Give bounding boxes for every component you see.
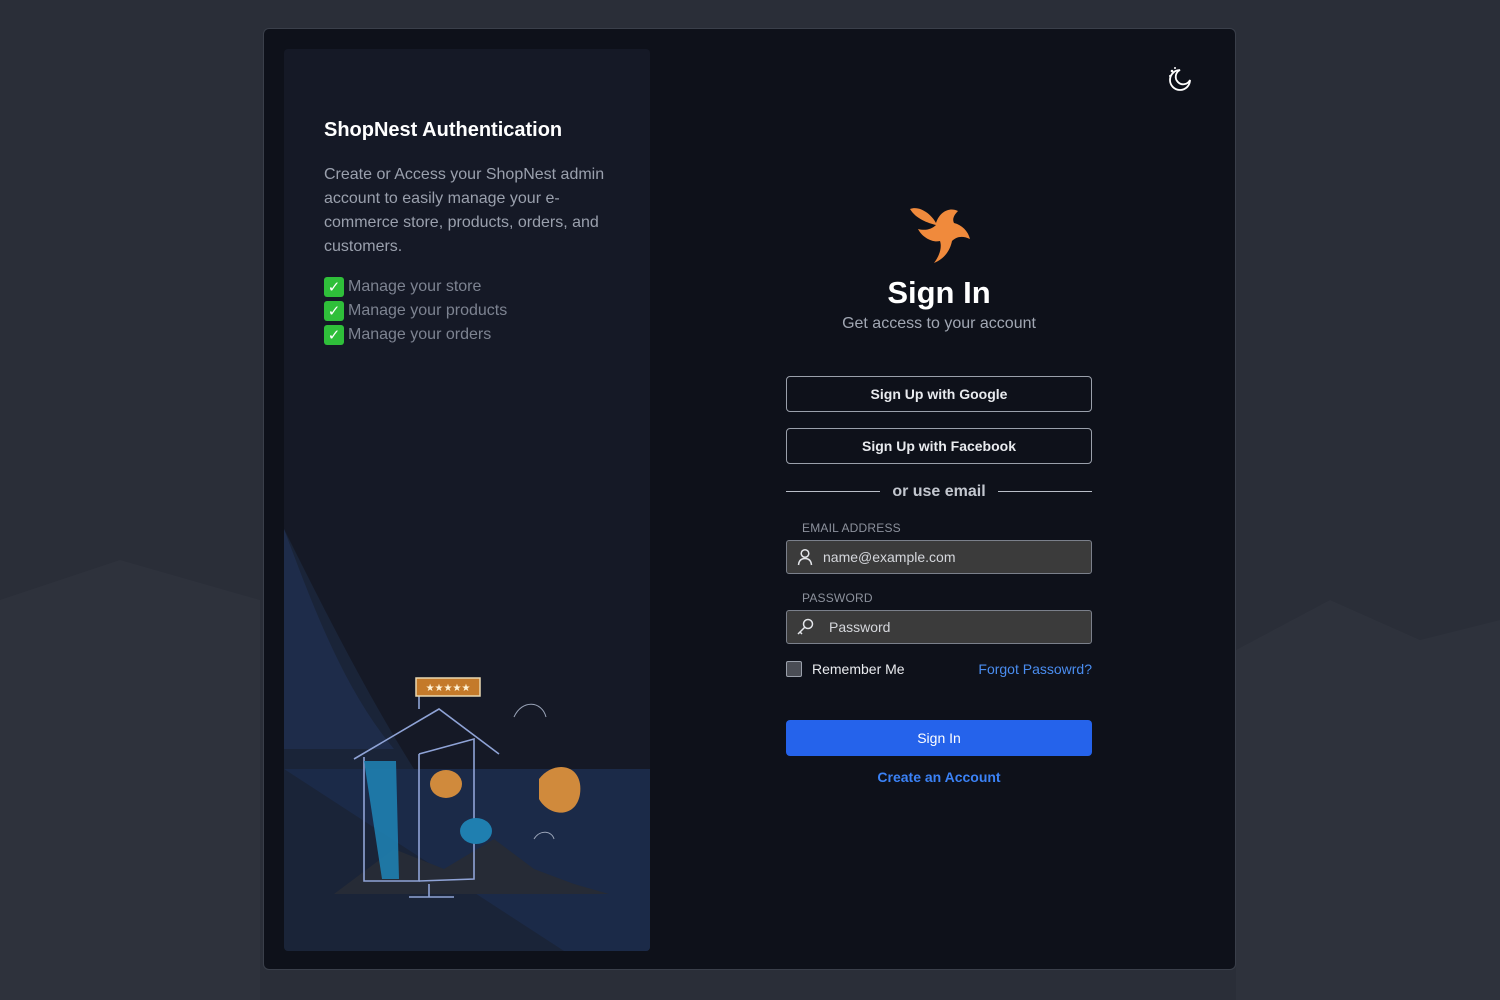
user-icon [795,547,815,567]
feature-label: Manage your orders [348,326,492,343]
key-icon [795,617,815,637]
remember-label: Remember Me [812,661,905,677]
google-signup-button[interactable]: Sign Up with Google [786,376,1092,412]
check-icon: ✓ [324,301,344,321]
create-account-link[interactable]: Create an Account [786,769,1092,785]
check-icon: ✓ [324,277,344,297]
feature-item: ✓ Manage your products [324,299,507,323]
divider-line-left [786,491,880,492]
email-label: EMAIL ADDRESS [802,521,901,535]
forgot-password-link[interactable]: Forgot Passowrd? [973,661,1092,677]
phoenix-logo-icon [910,208,970,263]
remember-checkbox[interactable] [786,661,802,677]
feature-label: Manage your store [348,278,482,295]
theme-toggle-button[interactable] [1166,65,1194,93]
panel-description: Create or Access your ShopNest admin acc… [324,166,605,255]
feature-list: ✓ Manage your store ✓ Manage your produc… [324,275,507,347]
divider-text: or use email [892,483,986,500]
feature-item: ✓ Manage your store [324,275,507,299]
page-title: Sign In [887,275,991,310]
feature-item: ✓ Manage your orders [324,323,507,347]
email-field[interactable] [786,540,1092,574]
auth-card: ★★★★★ ShopNest Authentication Create or … [263,28,1236,970]
remember-me[interactable]: Remember Me [786,661,905,677]
facebook-signup-button[interactable]: Sign Up with Facebook [786,428,1092,464]
email-input[interactable] [821,548,1065,566]
panel-title: ShopNest Authentication [324,119,563,141]
password-label: PASSWORD [802,591,873,605]
moon-stars-icon [1169,67,1191,91]
password-input[interactable] [827,618,1071,636]
password-field[interactable] [786,610,1092,644]
page-subtitle: Get access to your account [842,315,1036,332]
info-panel: ★★★★★ ShopNest Authentication Create or … [284,49,650,951]
sign-in-button[interactable]: Sign In [786,720,1092,756]
divider-line-right [998,491,1092,492]
check-icon: ✓ [324,325,344,345]
rating-sign-stars: ★★★★★ [426,683,471,694]
feature-label: Manage your products [348,302,508,319]
